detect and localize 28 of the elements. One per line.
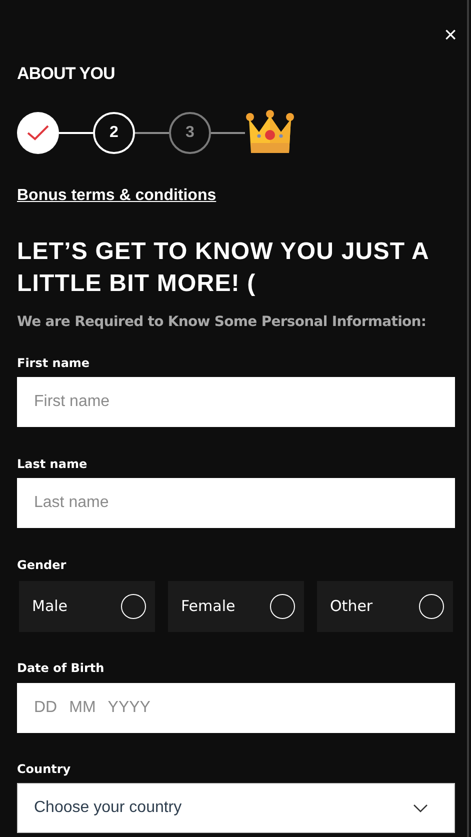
country-dropdown[interactable]: Choose your country xyxy=(17,783,455,833)
field-label: Last name xyxy=(17,456,88,472)
step-indicator: 2 xyxy=(93,112,135,154)
field-label: First name xyxy=(17,355,91,371)
text-field[interactable]: Last name xyxy=(17,478,455,528)
step-indicator: 3 xyxy=(169,112,211,154)
radio-button[interactable] xyxy=(121,594,146,619)
date-placeholder: DD xyxy=(34,698,58,718)
close-button[interactable]: × xyxy=(444,24,457,46)
bonus-terms-link[interactable]: Bonus terms & conditions xyxy=(17,184,216,208)
check-icon xyxy=(27,125,49,141)
text-field[interactable]: First name xyxy=(17,377,455,427)
gender-option[interactable]: Female xyxy=(168,581,304,632)
radio-button[interactable] xyxy=(270,594,295,619)
field-label: Gender xyxy=(17,557,68,573)
field-label: Country xyxy=(17,761,72,777)
chevron-down-icon xyxy=(413,804,428,812)
gender-option[interactable]: Other xyxy=(317,581,453,632)
section-title: ABOUT YOU xyxy=(17,64,116,84)
subtitle: We are Required to Know Some Personal Information: xyxy=(17,313,428,332)
scrollbar[interactable] xyxy=(467,0,469,837)
radio-button[interactable] xyxy=(419,594,444,619)
heading: LET’S GET TO KNOW YOU JUST A LITTLE BIT MORE! ( xyxy=(17,237,430,299)
crown-icon xyxy=(245,110,295,156)
gender-option[interactable]: Male xyxy=(19,581,155,632)
field-label: Date of Birth xyxy=(17,660,106,676)
date-placeholder: MM xyxy=(69,698,96,718)
date-placeholder: YYYY xyxy=(108,698,150,718)
